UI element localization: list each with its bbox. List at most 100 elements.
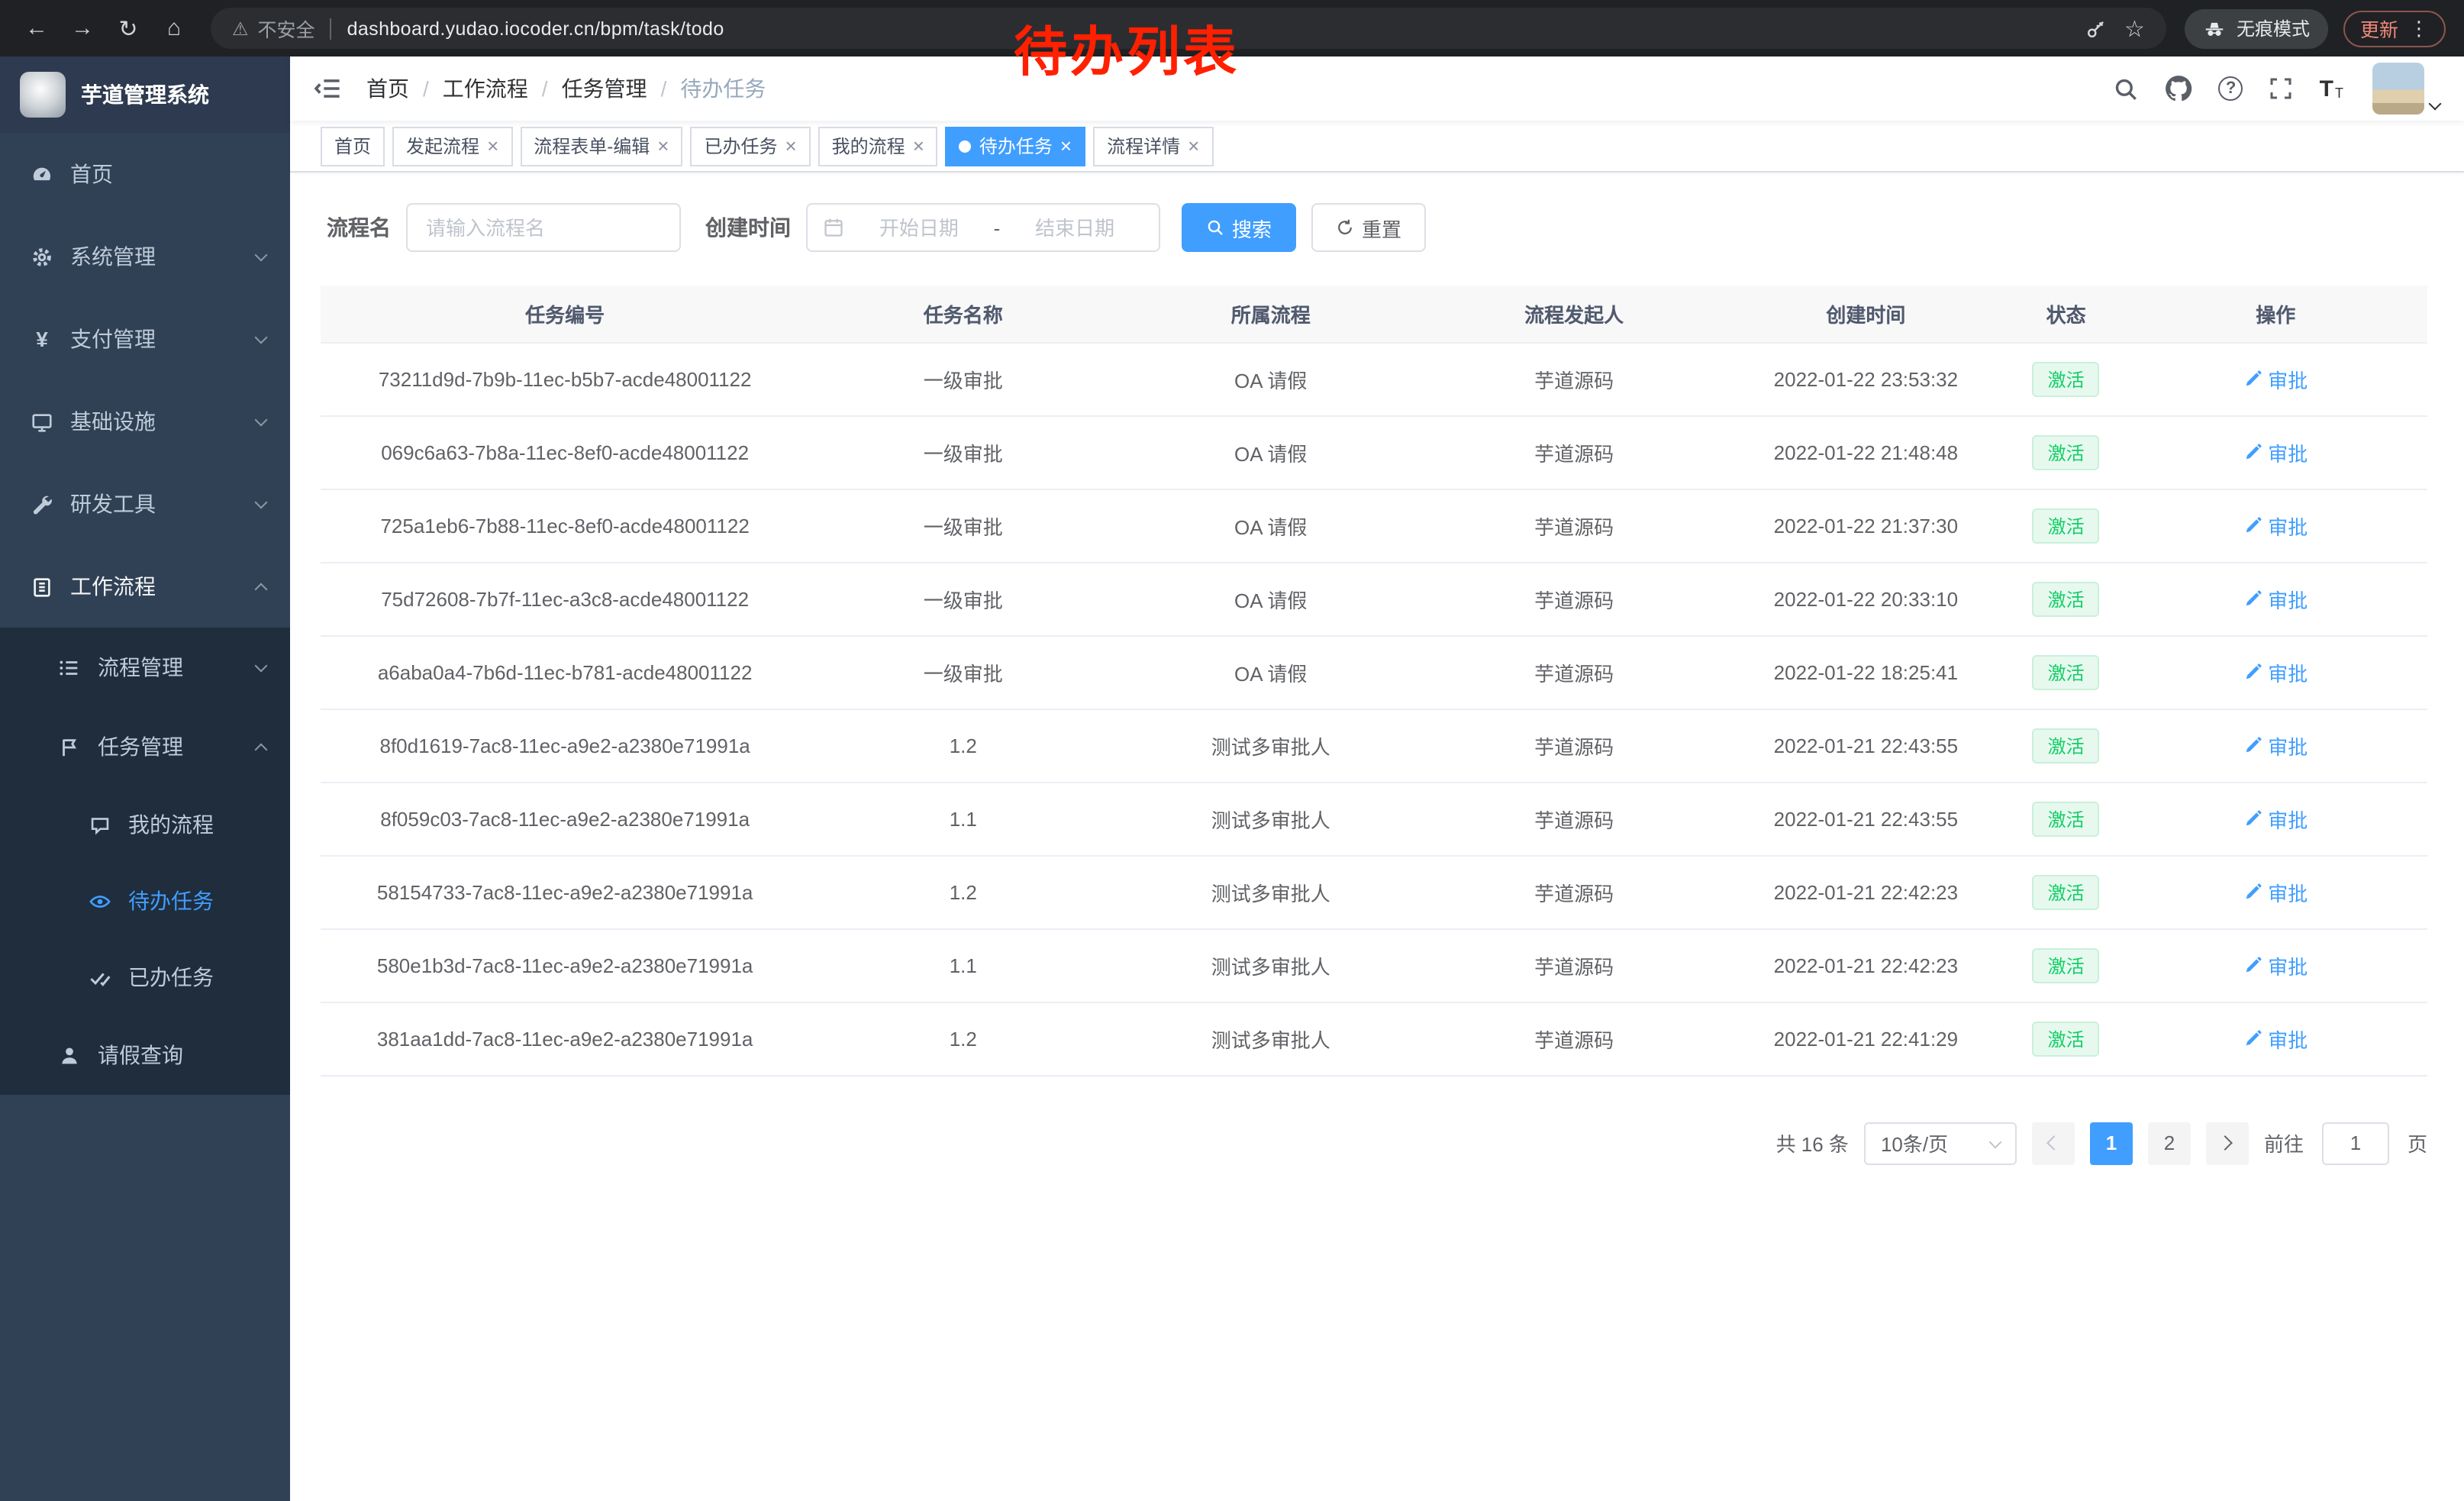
approve-link[interactable]: 审批: [2243, 877, 2308, 906]
user-avatar[interactable]: [2372, 63, 2440, 115]
tab-close-icon[interactable]: ×: [1188, 136, 1199, 156]
end-date-input[interactable]: [1006, 216, 1143, 239]
goto-page-input[interactable]: [2322, 1122, 2389, 1164]
approve-link[interactable]: 审批: [2243, 804, 2308, 833]
omnibox-divider: [331, 18, 332, 39]
approve-link[interactable]: 审批: [2243, 584, 2308, 613]
sidebar-item-done-task[interactable]: 已办任务: [0, 939, 290, 1015]
browser-menu-icon[interactable]: ⋮: [2409, 16, 2429, 40]
approve-link[interactable]: 审批: [2243, 951, 2308, 980]
tab-close-icon[interactable]: ×: [1060, 136, 1072, 156]
chevron-right-icon: [2218, 1135, 2233, 1151]
calendar-icon: [823, 217, 844, 238]
breadcrumb-workflow[interactable]: 工作流程: [443, 73, 528, 104]
security-label[interactable]: 不安全: [258, 14, 315, 43]
sidebar-item-infra[interactable]: 基础设施: [0, 380, 290, 463]
sidebar-item-workflow[interactable]: 工作流程: [0, 545, 290, 628]
back-icon[interactable]: ←: [18, 15, 55, 41]
browser-update-button[interactable]: 更新 ⋮: [2343, 10, 2446, 47]
cell-create-time: 2022-01-21 22:42:23: [1724, 855, 2008, 928]
page-button-1[interactable]: 1: [2090, 1122, 2133, 1164]
table-row: 8f0d1619-7ac8-11ec-a9e2-a2380e71991a 1.2…: [321, 709, 2427, 782]
page-button-2[interactable]: 2: [2148, 1122, 2191, 1164]
sidebar-collapse-icon[interactable]: [314, 75, 342, 102]
approve-link[interactable]: 审批: [2243, 1024, 2308, 1053]
password-key-icon[interactable]: [2085, 18, 2106, 39]
avatar-image: [2372, 63, 2424, 115]
status-badge: 激活: [2033, 654, 2100, 689]
next-page-button[interactable]: [2206, 1122, 2249, 1164]
home-icon[interactable]: ⌂: [156, 15, 192, 41]
cell-create-time: 2022-01-22 18:25:41: [1724, 635, 2008, 709]
process-name-input[interactable]: [406, 203, 681, 252]
approve-link[interactable]: 审批: [2243, 437, 2308, 466]
tab-home[interactable]: 首页: [321, 126, 385, 166]
reset-button[interactable]: 重置: [1311, 203, 1426, 252]
page-size-select[interactable]: 10条/页: [1864, 1122, 2017, 1164]
breadcrumb-home[interactable]: 首页: [366, 73, 409, 104]
sidebar-item-devtools[interactable]: 研发工具: [0, 463, 290, 545]
approve-link[interactable]: 审批: [2243, 364, 2308, 393]
tab-start-process[interactable]: 发起流程 ×: [392, 126, 512, 166]
prev-page-button[interactable]: [2032, 1122, 2075, 1164]
start-date-input[interactable]: [850, 216, 988, 239]
task-table: 任务编号 任务名称 所属流程 流程发起人 创建时间 状态 操作 73211d9d…: [321, 286, 2427, 1076]
app-logo[interactable]: 芋道管理系统: [0, 56, 290, 133]
double-check-icon: [89, 966, 111, 989]
edit-icon: [2243, 589, 2262, 608]
forward-icon[interactable]: →: [64, 15, 101, 41]
sidebar-item-label: 任务管理: [98, 731, 240, 762]
caret-down-icon: [2429, 98, 2442, 111]
incognito-icon: [2203, 17, 2226, 40]
approve-link[interactable]: 审批: [2243, 657, 2308, 686]
approve-link[interactable]: 审批: [2243, 511, 2308, 540]
font-size-icon[interactable]: TT: [2320, 77, 2343, 100]
help-icon[interactable]: ?: [2219, 76, 2243, 101]
approve-link[interactable]: 审批: [2243, 731, 2308, 760]
cell-create-time: 2022-01-21 22:42:23: [1724, 928, 2008, 1002]
search-button[interactable]: 搜索: [1182, 203, 1296, 252]
tab-close-icon[interactable]: ×: [913, 136, 924, 156]
sidebar-item-system[interactable]: 系统管理: [0, 215, 290, 298]
bookmark-star-icon[interactable]: ☆: [2124, 15, 2145, 42]
cell-task-name: 1.1: [809, 782, 1117, 855]
edit-icon: [2243, 1029, 2262, 1047]
chat-icon: [89, 813, 111, 836]
github-icon[interactable]: [2166, 75, 2193, 102]
sidebar-item-todo-task[interactable]: 待办任务: [0, 863, 290, 939]
tab-label: 待办任务: [979, 133, 1053, 159]
tab-close-icon[interactable]: ×: [487, 136, 498, 156]
dashboard-icon: [31, 163, 53, 186]
table-row: 069c6a63-7b8a-11ec-8ef0-acde48001122 一级审…: [321, 415, 2427, 489]
tab-my-process[interactable]: 我的流程 ×: [818, 126, 938, 166]
sidebar-item-my-process[interactable]: 我的流程: [0, 786, 290, 863]
sidebar-item-task-management[interactable]: 任务管理: [0, 707, 290, 786]
tab-close-icon[interactable]: ×: [785, 136, 796, 156]
navbar-actions: ? TT: [2114, 63, 2440, 115]
edit-icon: [2243, 883, 2262, 901]
cell-initiator: 芋道源码: [1424, 1002, 1724, 1075]
date-range-picker[interactable]: -: [806, 203, 1160, 252]
cell-initiator: 芋道源码: [1424, 415, 1724, 489]
status-badge: 激活: [2033, 728, 2100, 763]
tab-process-detail[interactable]: 流程详情 ×: [1093, 126, 1213, 166]
url-text[interactable]: dashboard.yudao.iocoder.cn/bpm/task/todo: [347, 18, 724, 39]
edit-icon: [2243, 736, 2262, 754]
tab-done-task[interactable]: 已办任务 ×: [690, 126, 810, 166]
cell-task-id: 580e1b3d-7ac8-11ec-a9e2-a2380e71991a: [321, 928, 809, 1002]
fullscreen-icon[interactable]: [2269, 76, 2294, 101]
reload-icon[interactable]: ↻: [110, 15, 147, 42]
status-badge: 激活: [2033, 361, 2100, 396]
tab-process-form-edit[interactable]: 流程表单-编辑 ×: [520, 126, 682, 166]
cell-task-id: a6aba0a4-7b6d-11ec-b781-acde48001122: [321, 635, 809, 709]
cell-process: OA 请假: [1117, 562, 1424, 635]
sidebar-item-process-management[interactable]: 流程管理: [0, 628, 290, 707]
breadcrumb-task-management[interactable]: 任务管理: [562, 73, 647, 104]
approve-label: 审批: [2268, 364, 2308, 393]
search-icon[interactable]: [2114, 76, 2140, 102]
sidebar-item-home[interactable]: 首页: [0, 133, 290, 215]
sidebar-item-payment[interactable]: ¥ 支付管理: [0, 298, 290, 380]
tab-todo-task[interactable]: 待办任务 ×: [946, 126, 1085, 166]
tab-close-icon[interactable]: ×: [657, 136, 669, 156]
sidebar-item-leave-query[interactable]: 请假查询: [0, 1015, 290, 1095]
